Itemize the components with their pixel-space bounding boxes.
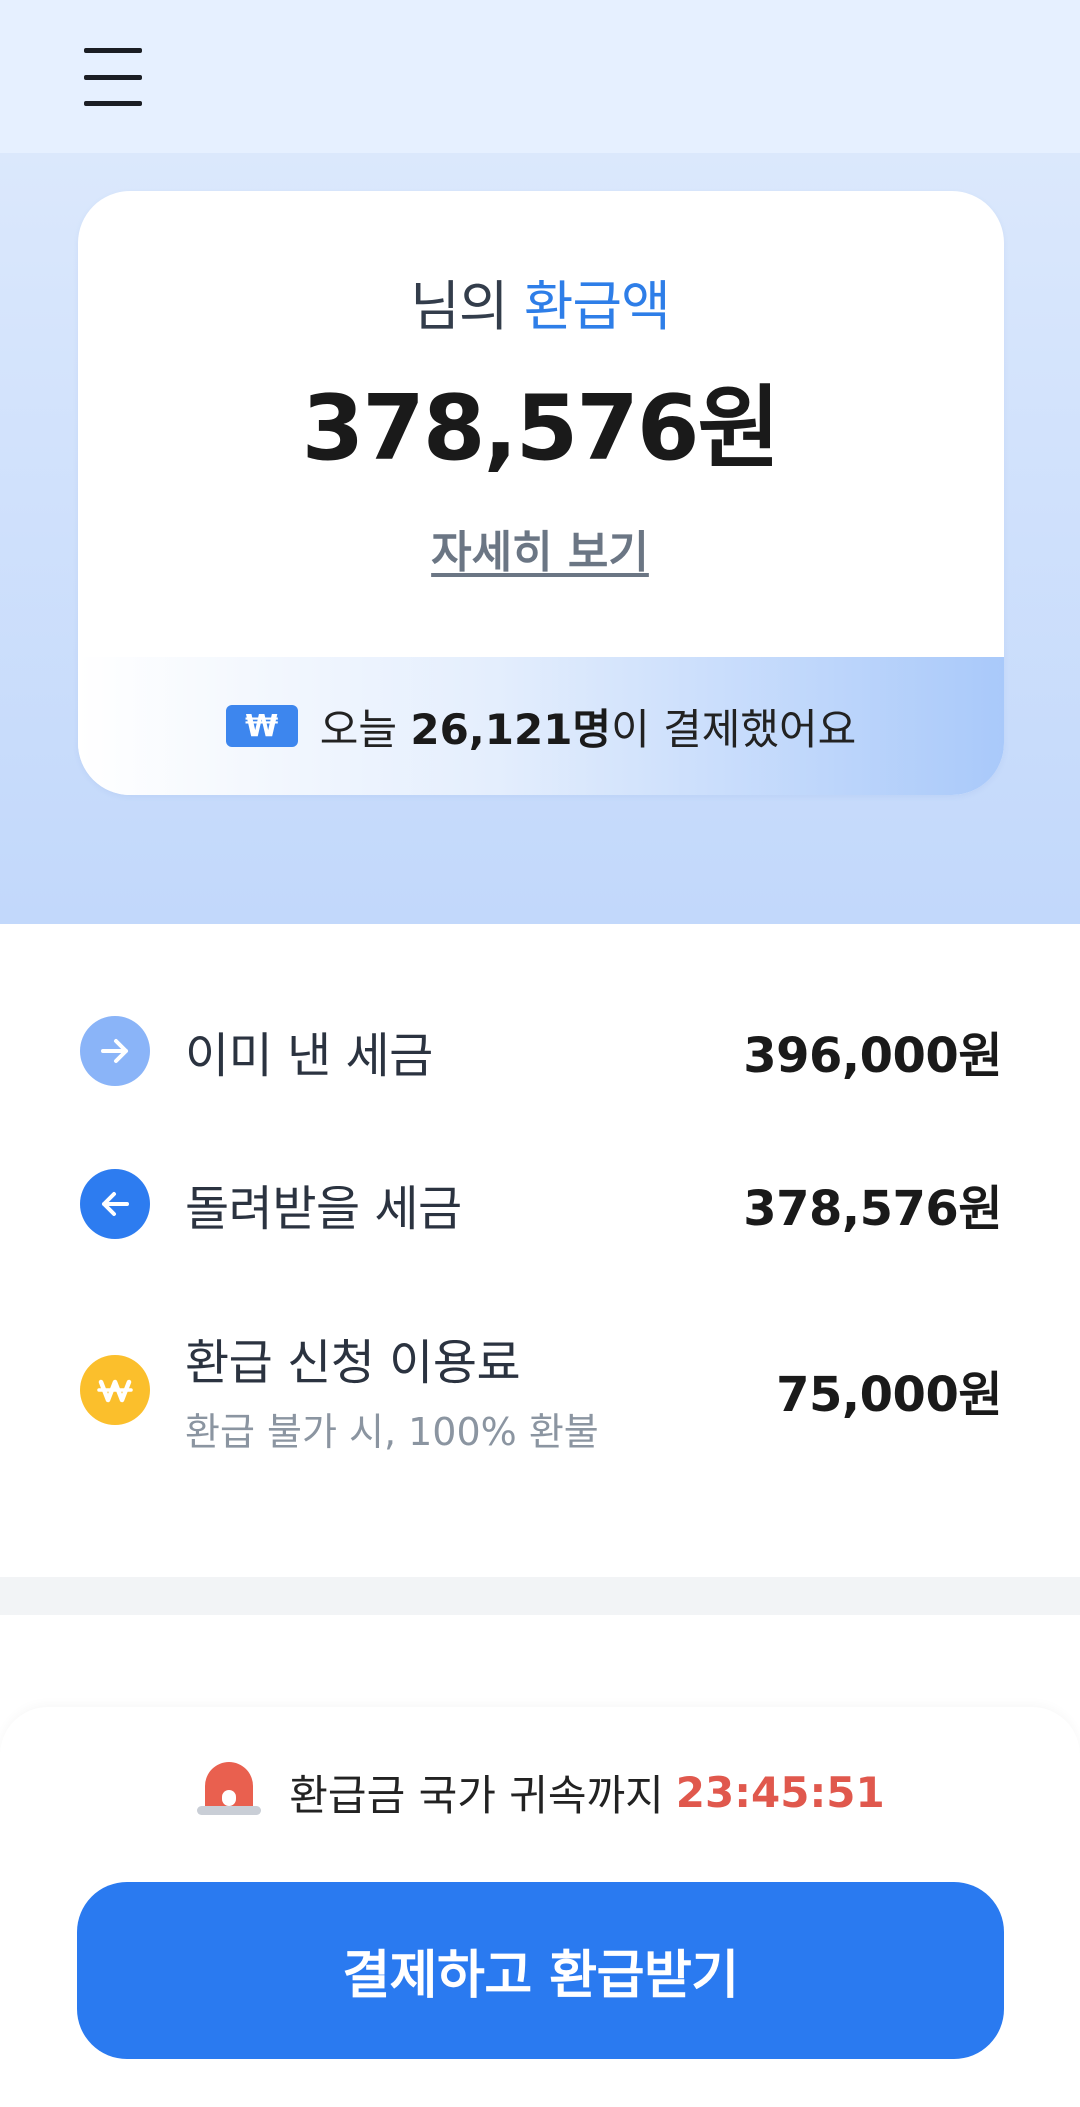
row-refund-tax: 돌려받을 세금 378,576원 — [80, 1169, 1002, 1239]
timer-value: 23:45:51 — [675, 1767, 885, 1817]
top-bar — [0, 0, 1080, 153]
banner-text-after: 이 결제했어요 — [611, 704, 857, 754]
card-title: 님의 환급액 — [0, 262, 1080, 341]
siren-icon — [195, 1756, 263, 1828]
timer-label: 환급금 국가 귀속까지 — [289, 1770, 664, 1820]
row-value: 378,576원 — [743, 1181, 1002, 1237]
view-details-link[interactable]: 자세히 보기 — [0, 516, 1080, 580]
deadline-timer: 환급금 국가 귀속까지 23:45:51 — [0, 1762, 1080, 1822]
title-accent: 환급액 — [523, 275, 671, 338]
banner-text-before: 오늘 — [319, 704, 397, 754]
refund-amount: 378,576원 — [301, 376, 781, 481]
section-divider — [0, 1577, 1080, 1615]
banner-count: 26,121명 — [410, 704, 612, 754]
row-label: 이미 낸 세금 — [185, 1028, 433, 1084]
title-prefix: 님의 — [410, 275, 508, 338]
row-sublabel: 환급 불가 시, 100% 환불 — [185, 1410, 599, 1454]
won-badge-icon: ₩ — [225, 705, 298, 747]
row-value: 75,000원 — [776, 1366, 1002, 1423]
row-label: 환급 신청 이용료 — [185, 1335, 521, 1391]
arrow-right-icon — [80, 1016, 150, 1086]
pay-and-refund-button[interactable]: 결제하고 환급받기 — [77, 1882, 1004, 2059]
payment-count-banner: ₩ 오늘 26,121명 이 결제했어요 — [78, 657, 1004, 795]
arrow-left-icon — [80, 1169, 150, 1239]
won-coin-icon — [80, 1354, 150, 1425]
row-value: 396,000원 — [743, 1028, 1002, 1084]
row-paid-tax: 이미 낸 세금 396,000원 — [80, 1016, 1002, 1086]
row-label: 돌려받을 세금 — [185, 1181, 462, 1237]
row-service-fee: 환급 신청 이용료 환급 불가 시, 100% 환불 75,000원 — [80, 1323, 1002, 1456]
hamburger-menu-icon[interactable] — [84, 48, 144, 106]
refund-page: 님의 환급액 378,576원 자세히 보기 ₩ 오늘 26,121명 이 결제했… — [0, 0, 1080, 2107]
